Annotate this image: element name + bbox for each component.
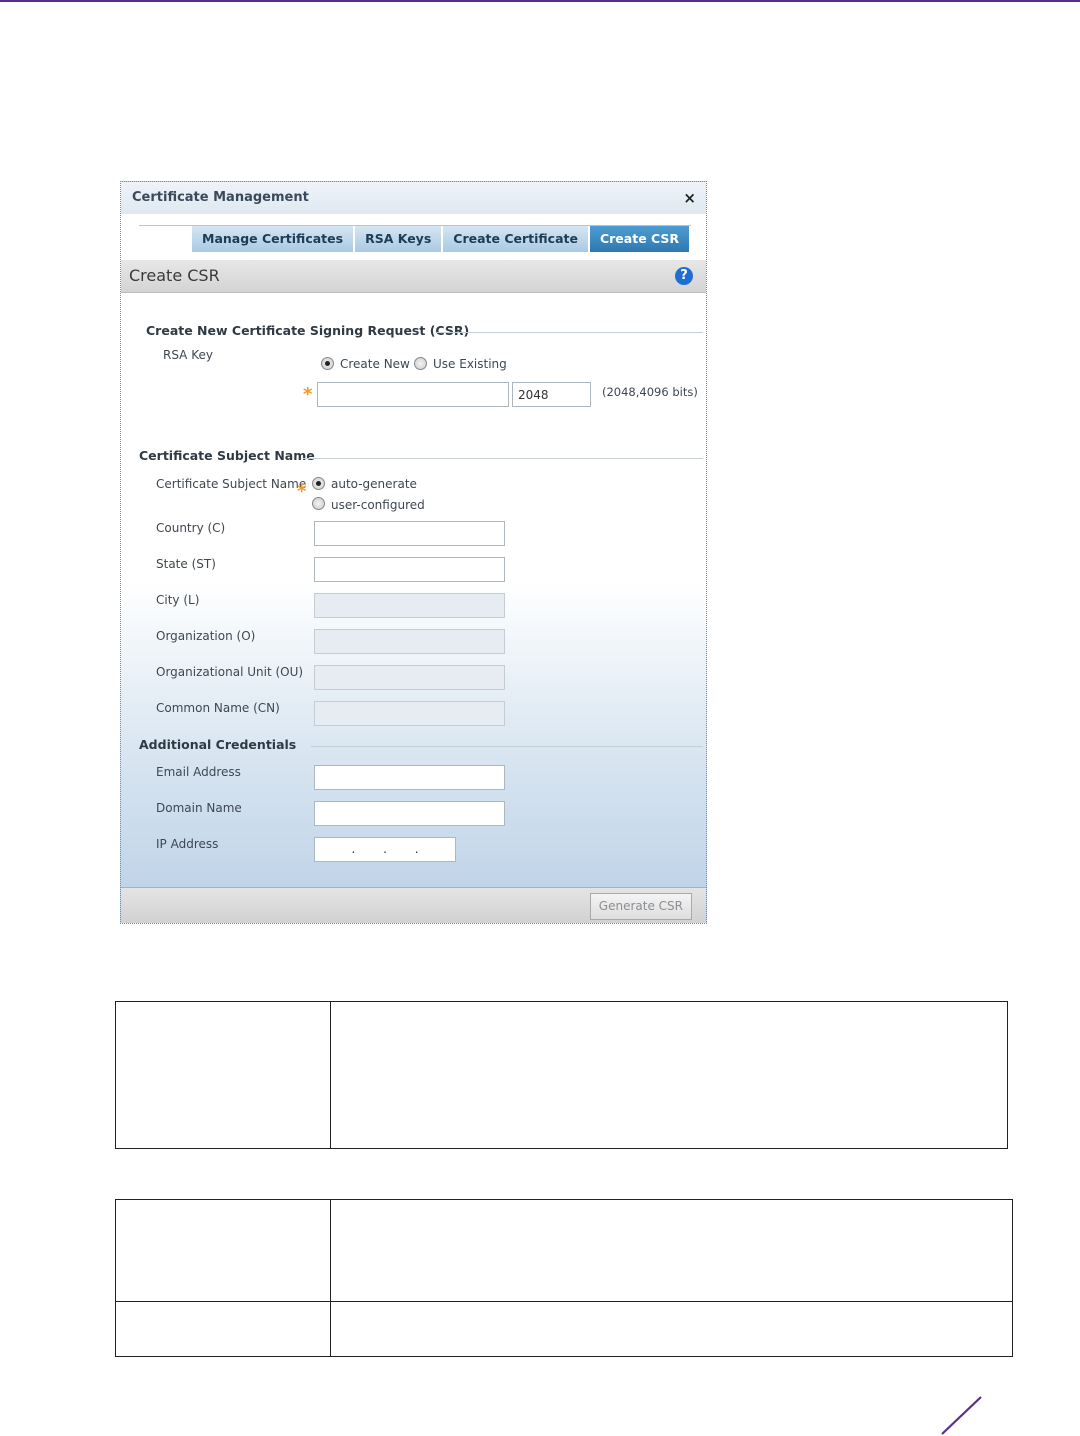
csr-section-divider bbox=[437, 332, 703, 333]
page-top-rule bbox=[0, 0, 1080, 2]
table-2-row-divider bbox=[115, 1301, 1013, 1302]
panel-header: Create CSR ? bbox=[121, 260, 706, 293]
dialog-footer: Generate CSR bbox=[121, 887, 706, 923]
rsa-key-name-input[interactable] bbox=[317, 382, 509, 407]
create-new-radio[interactable] bbox=[321, 357, 334, 370]
ip-address-input[interactable]: . . . bbox=[314, 837, 456, 862]
email-input[interactable] bbox=[314, 765, 505, 790]
tab-rsa-keys[interactable]: RSA Keys bbox=[355, 226, 444, 252]
auto-generate-label: auto-generate bbox=[331, 477, 417, 491]
credentials-section-title: Additional Credentials bbox=[139, 737, 297, 752]
key-size-hint: (2048,4096 bits) bbox=[602, 385, 698, 399]
close-icon[interactable]: × bbox=[683, 189, 696, 207]
domain-input[interactable] bbox=[314, 801, 505, 826]
rsa-key-label: RSA Key bbox=[163, 348, 213, 362]
auto-generate-radio[interactable] bbox=[312, 477, 325, 490]
dialog-title: Certificate Management bbox=[132, 190, 309, 205]
tab-create-csr[interactable]: Create CSR bbox=[589, 226, 692, 252]
subject-name-label: Certificate Subject Name bbox=[156, 477, 307, 491]
user-configured-radio[interactable] bbox=[312, 497, 325, 510]
page-corner-slash-icon bbox=[941, 1396, 982, 1435]
ip-label: IP Address bbox=[156, 837, 219, 851]
tab-create-certificate[interactable]: Create Certificate bbox=[443, 226, 590, 252]
table-2 bbox=[115, 1199, 1013, 1357]
state-input[interactable] bbox=[314, 557, 505, 582]
org-unit-label: Organizational Unit (OU) bbox=[156, 665, 304, 679]
use-existing-label: Use Existing bbox=[433, 357, 507, 371]
city-label: City (L) bbox=[156, 593, 200, 607]
country-label: Country (C) bbox=[156, 521, 226, 535]
organization-input[interactable] bbox=[314, 629, 505, 654]
domain-label: Domain Name bbox=[156, 801, 242, 815]
required-star-icon: * bbox=[303, 384, 313, 405]
subject-section-divider bbox=[303, 458, 703, 459]
common-name-input[interactable] bbox=[314, 701, 505, 726]
help-icon[interactable]: ? bbox=[675, 267, 693, 285]
table-1-column-divider bbox=[330, 1001, 331, 1149]
dialog-titlebar: Certificate Management × bbox=[121, 182, 706, 214]
create-new-label: Create New bbox=[340, 357, 410, 371]
common-name-label: Common Name (CN) bbox=[156, 701, 280, 715]
tab-bar: Manage Certificates RSA Keys Create Cert… bbox=[192, 226, 692, 252]
credentials-section-divider bbox=[311, 746, 703, 747]
organization-label: Organization (O) bbox=[156, 629, 256, 643]
ip-address-value: . . . bbox=[351, 842, 419, 856]
required-star-icon: * bbox=[297, 481, 307, 502]
table-2-column-divider bbox=[330, 1199, 331, 1357]
generate-csr-button[interactable]: Generate CSR bbox=[589, 893, 692, 920]
email-label: Email Address bbox=[156, 765, 241, 779]
key-size-input[interactable] bbox=[512, 382, 591, 407]
table-1 bbox=[115, 1001, 1008, 1149]
panel-title: Create CSR bbox=[129, 266, 220, 285]
country-input[interactable] bbox=[314, 521, 505, 546]
certificate-management-dialog: Certificate Management × Manage Certific… bbox=[120, 181, 707, 924]
tab-manage-certificates[interactable]: Manage Certificates bbox=[192, 226, 356, 252]
city-input[interactable] bbox=[314, 593, 505, 618]
org-unit-input[interactable] bbox=[314, 665, 505, 690]
use-existing-radio[interactable] bbox=[414, 357, 427, 370]
state-label: State (ST) bbox=[156, 557, 216, 571]
subject-section-title: Certificate Subject Name bbox=[139, 448, 315, 463]
user-configured-label: user-configured bbox=[331, 498, 425, 512]
csr-section-title: Create New Certificate Signing Request (… bbox=[146, 323, 470, 338]
